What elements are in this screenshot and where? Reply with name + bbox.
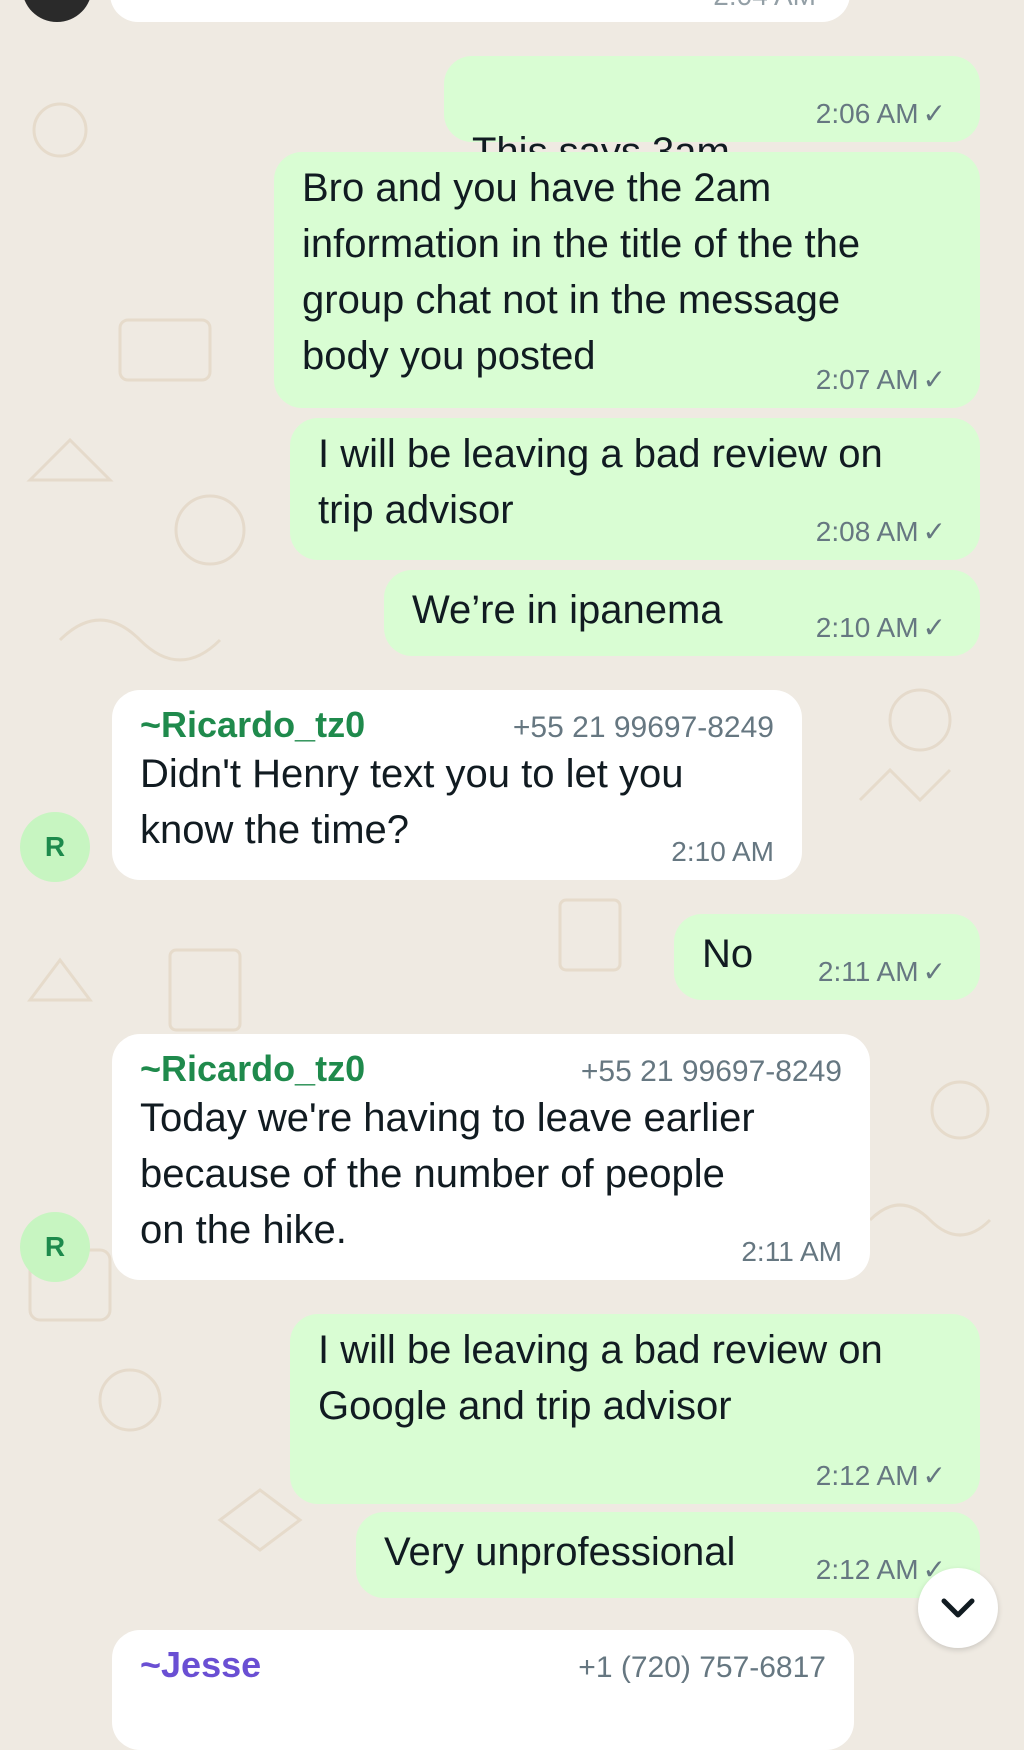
incoming-message[interactable]: ~Jesse +1 (720) 757-6817 xyxy=(112,1630,854,1750)
outgoing-message[interactable]: I will be leaving a bad review on Google… xyxy=(290,1314,980,1504)
chevron-down-icon xyxy=(941,1598,975,1618)
check-icon: ✓ xyxy=(922,956,946,987)
message-meta: 2:12 AM ✓ xyxy=(816,1553,946,1586)
outgoing-message[interactable]: We’re in ipanema 2:10 AM ✓ xyxy=(384,570,980,656)
message-meta: 2:12 AM ✓ xyxy=(816,1459,946,1492)
message-time: 2:12 AM xyxy=(815,1553,919,1585)
outgoing-message[interactable]: This says 3am 2:06 AM ✓ xyxy=(444,56,980,174)
message-time: 2:10 AM xyxy=(671,836,774,867)
sender-phone[interactable]: +55 21 99697-8249 xyxy=(513,711,774,745)
sender-row: ~Ricardo_tz0 +55 21 99697-8249 xyxy=(140,690,774,746)
outgoing-message[interactable]: Bro and you have the 2am information in … xyxy=(274,152,980,408)
outgoing-message[interactable]: Very unprofessional 2:12 AM ✓ xyxy=(356,1512,980,1598)
message-time: 2:11 AM xyxy=(741,1236,842,1267)
message-time: 2:12 AM xyxy=(815,1459,919,1491)
check-icon: ✓ xyxy=(922,364,946,395)
avatar[interactable]: R xyxy=(20,812,90,882)
message-text: I will be leaving a bad review on Google… xyxy=(318,1328,883,1428)
message-meta: 2:10 AM ✓ xyxy=(816,611,946,644)
message-time: 2:10 AM xyxy=(815,611,919,643)
sender-name[interactable]: ~Ricardo_tz0 xyxy=(140,1048,365,1090)
sender-phone[interactable]: +55 21 99697-8249 xyxy=(581,1055,842,1089)
message-meta: 2:07 AM ✓ xyxy=(816,363,946,396)
message-meta: 2:11 AM ✓ xyxy=(818,955,946,988)
avatar[interactable]: R xyxy=(20,1212,90,1282)
scroll-to-bottom-button[interactable] xyxy=(918,1568,998,1648)
message-bubble-partial[interactable]: 2:04 AM xyxy=(110,0,850,22)
check-icon: ✓ xyxy=(922,612,946,643)
message-time: 2:08 AM xyxy=(815,515,919,547)
message-meta: 2:06 AM ✓ xyxy=(816,97,946,130)
message-meta: 2:08 AM ✓ xyxy=(816,515,946,548)
incoming-message[interactable]: ~Ricardo_tz0 +55 21 99697-8249 Today we'… xyxy=(112,1034,870,1280)
check-icon: ✓ xyxy=(922,1460,946,1491)
check-icon: ✓ xyxy=(922,516,946,547)
message-time: 2:11 AM xyxy=(817,955,919,987)
sender-name[interactable]: ~Ricardo_tz0 xyxy=(140,704,365,746)
sender-phone[interactable]: +1 (720) 757-6817 xyxy=(578,1651,826,1685)
message-text: Bro and you have the 2am information in … xyxy=(302,166,861,378)
sender-name[interactable]: ~Jesse xyxy=(140,1644,261,1686)
sender-row: ~Ricardo_tz0 +55 21 99697-8249 xyxy=(140,1034,842,1090)
sender-row: ~Jesse +1 (720) 757-6817 xyxy=(140,1630,826,1686)
message-time: 2:07 AM xyxy=(815,363,919,395)
outgoing-message[interactable]: I will be leaving a bad review on trip a… xyxy=(290,418,980,560)
incoming-message[interactable]: ~Ricardo_tz0 +55 21 99697-8249 Didn't He… xyxy=(112,690,802,880)
check-icon: ✓ xyxy=(922,98,946,129)
message-meta: 2:10 AM xyxy=(671,836,774,868)
message-text: Today we're having to leave earlier beca… xyxy=(140,1096,755,1252)
message-time: 2:06 AM xyxy=(815,97,919,129)
outgoing-message[interactable]: No 2:11 AM ✓ xyxy=(674,914,980,1000)
message-time: 2:04 AM xyxy=(713,0,816,12)
message-meta: 2:11 AM xyxy=(741,1236,842,1268)
